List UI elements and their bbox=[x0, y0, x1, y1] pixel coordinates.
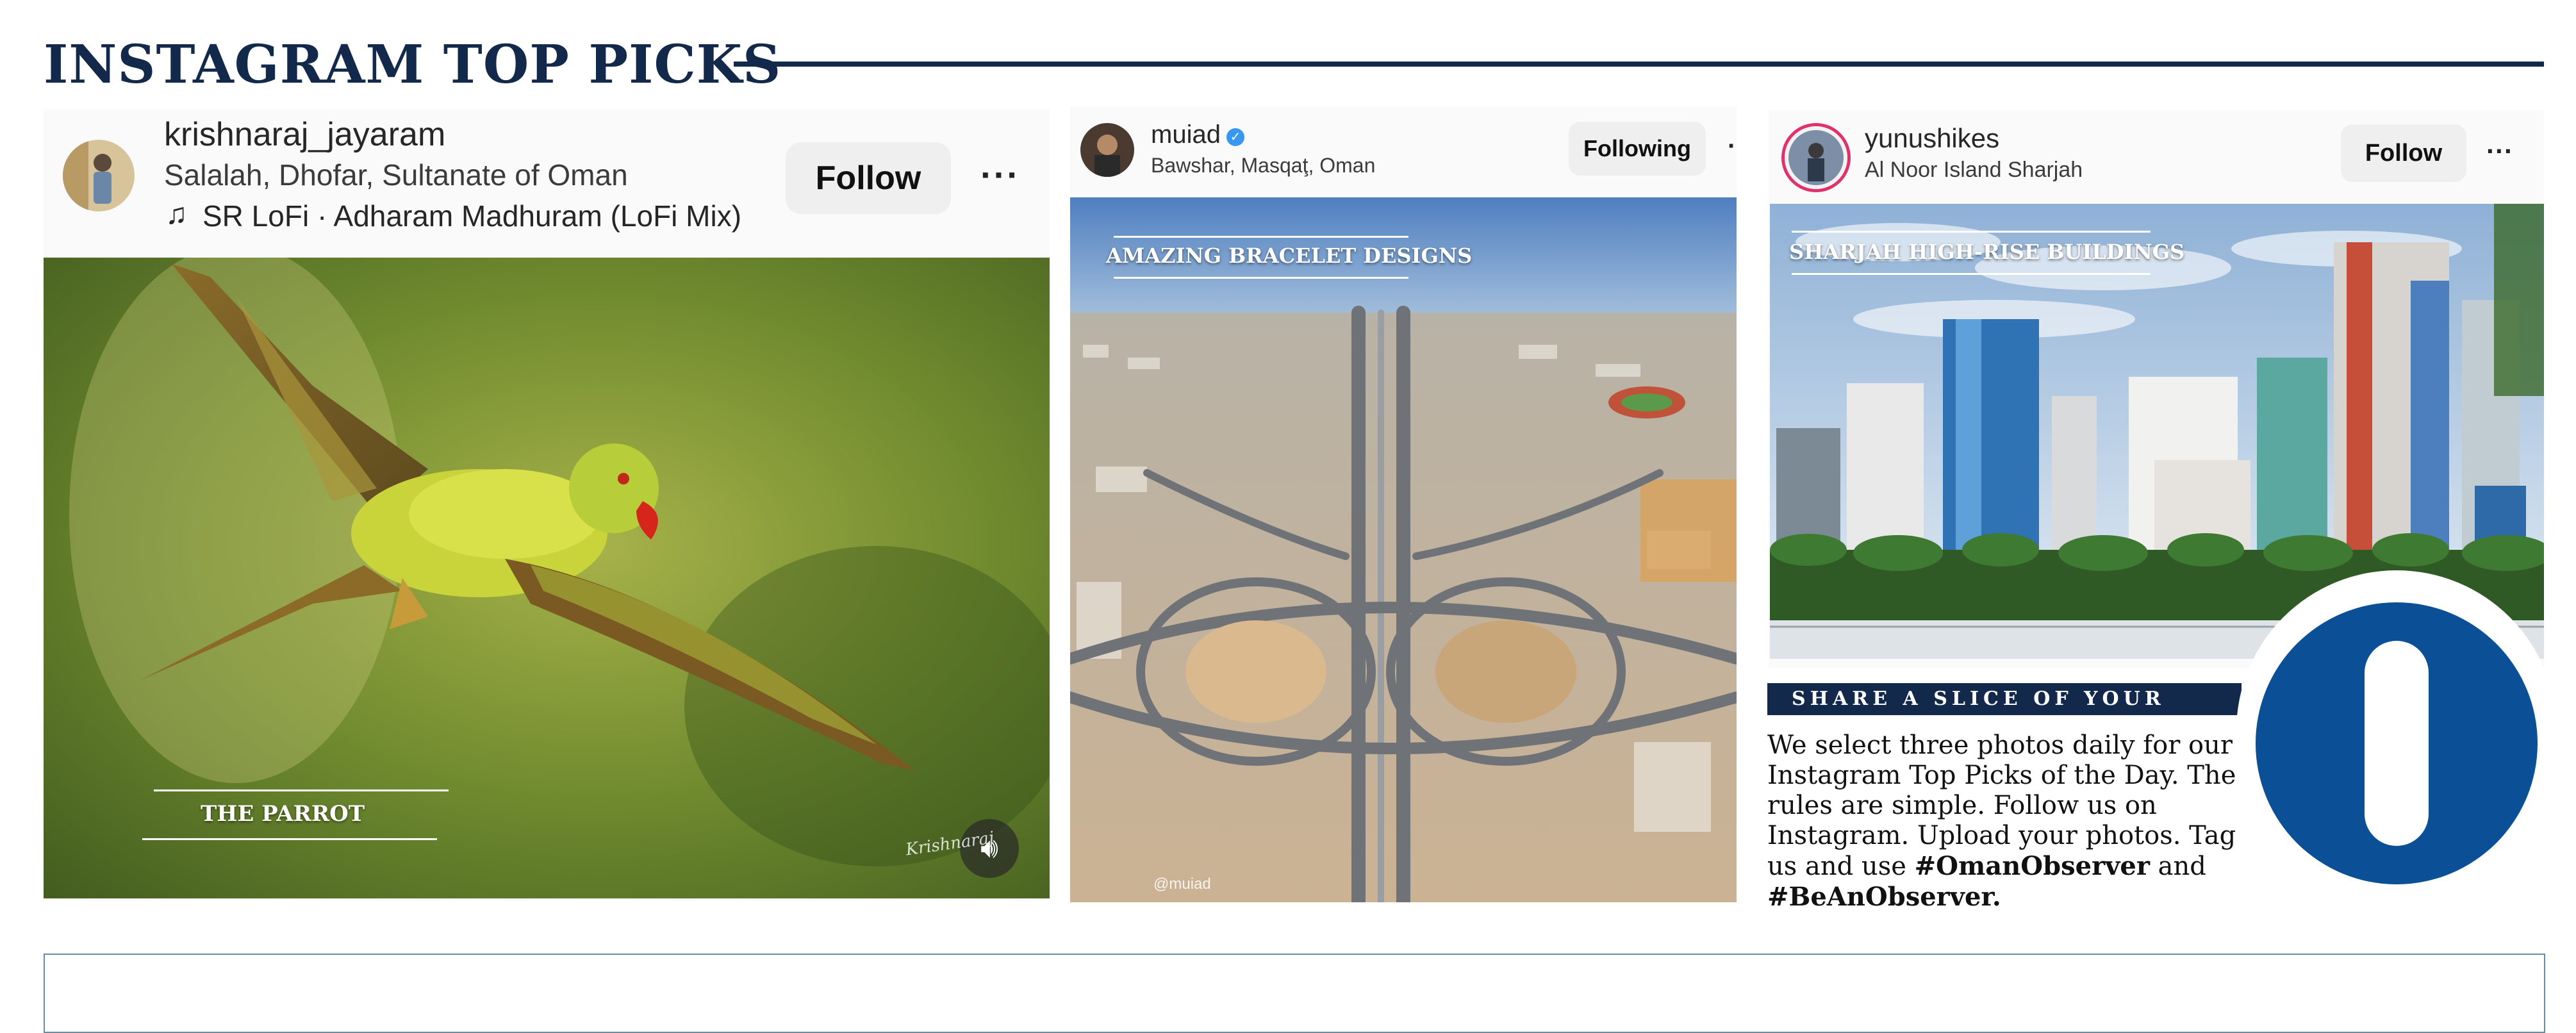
music-note-icon: ♫ bbox=[165, 197, 188, 230]
location[interactable]: Salalah, Dhofar, Sultanate of Oman bbox=[164, 158, 628, 192]
location[interactable]: Bawshar, Masqaţ, Oman bbox=[1151, 154, 1375, 178]
photo-caption: SHARJAH HIGH-RISE BUILDINGS bbox=[1789, 240, 2185, 264]
follow-button[interactable]: Follow bbox=[786, 142, 951, 214]
avatar[interactable] bbox=[63, 140, 135, 211]
share-and: and bbox=[2158, 852, 2206, 881]
observer-logo bbox=[2236, 570, 2557, 891]
caption-rule-bottom bbox=[142, 838, 437, 840]
page-title: INSTAGRAM TOP PICKS bbox=[44, 34, 782, 95]
post-card-1: krishnaraj_jayaram Salalah, Dhofar, Sult… bbox=[44, 109, 1050, 898]
music-track[interactable]: SR LoFi · Adharam Madhuram (LoFi Mix) bbox=[202, 199, 741, 233]
caption-rule-top bbox=[1792, 231, 2151, 233]
more-icon[interactable]: ··· bbox=[980, 154, 1020, 195]
more-icon[interactable]: ··· bbox=[2486, 136, 2513, 167]
username[interactable]: yunushikes bbox=[1865, 123, 1999, 154]
post-card-2: muiad ✓ Bawshar, Masqaţ, Oman Following … bbox=[1070, 106, 1737, 902]
caption-rule-top bbox=[154, 789, 449, 791]
photo-caption: AMAZING BRACELET DESIGNS bbox=[1106, 244, 1473, 268]
caption-rule-top bbox=[1114, 236, 1408, 238]
bottom-frame bbox=[44, 954, 2545, 1033]
username[interactable]: muiad bbox=[1151, 120, 1221, 149]
hashtag-oman-observer: #OmanObserver bbox=[1914, 851, 2150, 881]
follow-button[interactable]: Follow bbox=[2341, 124, 2466, 182]
post-photo[interactable]: AMAZING BRACELET DESIGNS @muiad bbox=[1070, 197, 1737, 902]
caption-rule-bottom bbox=[1114, 277, 1408, 279]
location[interactable]: Al Noor Island Sharjah bbox=[1865, 158, 2083, 183]
username[interactable]: krishnaraj_jayaram bbox=[164, 115, 445, 154]
avatar[interactable] bbox=[1080, 123, 1134, 177]
share-text: We select three photos daily for our Ins… bbox=[1767, 731, 2267, 913]
following-button[interactable]: Following bbox=[1569, 122, 1706, 176]
share-heading: SHARE A SLICE OF YOUR LIFE bbox=[1767, 683, 2242, 742]
caption-rule-bottom bbox=[1792, 273, 2151, 275]
avatar[interactable] bbox=[1781, 123, 1851, 192]
post-photo[interactable]: THE PARROT 🔊︎ Krishnaraj bbox=[44, 258, 1050, 898]
photo-watermark: @muiad bbox=[1153, 875, 1211, 893]
hashtag-be-an-observer: #BeAnObserver. bbox=[1767, 882, 2001, 912]
verified-badge-icon: ✓ bbox=[1226, 128, 1244, 146]
more-icon[interactable]: · bbox=[1728, 132, 1736, 161]
title-rule bbox=[734, 62, 2544, 67]
photo-caption: THE PARROT bbox=[201, 801, 365, 827]
